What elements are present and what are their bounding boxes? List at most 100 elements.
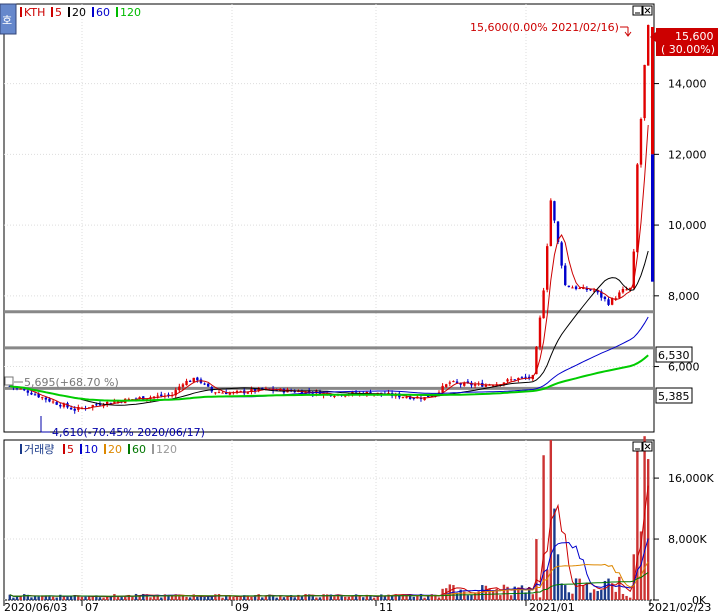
candle-body: [567, 285, 571, 287]
candle-body: [553, 201, 556, 221]
candle-body: [603, 296, 607, 300]
candle-body: [178, 386, 181, 391]
date-tick-label: 2021/01: [529, 601, 575, 614]
candle-body: [188, 380, 192, 382]
volume-bar: [531, 594, 534, 600]
volume-bar: [520, 585, 524, 600]
candle-body: [235, 391, 239, 393]
volume-minimize-button[interactable]: [632, 441, 643, 452]
candle-body: [206, 383, 210, 387]
volume-bar: [646, 459, 650, 600]
candle-body: [455, 381, 459, 383]
volume-bar: [596, 591, 599, 600]
high-annotation: 15,600(0.00% 2021/02/16): [470, 21, 619, 34]
candle-body: [618, 292, 621, 298]
volume-legend-label: 10: [84, 443, 98, 456]
volume-bar: [196, 596, 199, 600]
level-tag-2: 5,385: [658, 390, 690, 403]
volume-bar: [282, 597, 286, 600]
candle-body: [473, 384, 477, 386]
volume-bar: [235, 597, 239, 600]
candle-body: [55, 402, 58, 405]
volume-bar: [502, 584, 506, 600]
volume-bar: [636, 447, 639, 600]
date-tick-label: 2021/02/23: [648, 601, 711, 614]
candle-body: [524, 376, 527, 378]
volume-bar: [30, 597, 33, 600]
volume-tick-label: 8,000K: [668, 533, 707, 546]
price-minimize-button[interactable]: [632, 5, 643, 16]
candle-body: [95, 404, 98, 406]
volume-bar: [19, 596, 22, 600]
volume-legend-swatch: [80, 444, 82, 454]
volume-bar: [98, 597, 102, 600]
candle-body: [26, 390, 30, 393]
price-legend-swatch: [20, 7, 22, 17]
candle-body: [426, 395, 430, 398]
candle-body: [333, 396, 336, 398]
volume-bar: [499, 595, 502, 600]
volume-bar: [546, 569, 549, 600]
volume-panel-frame: [3, 439, 655, 601]
candle-body: [560, 242, 563, 266]
candle-body: [610, 298, 614, 305]
volume-bar: [491, 590, 495, 600]
candle-body: [217, 392, 221, 394]
volume-bar: [286, 596, 289, 600]
volume-bar: [80, 596, 84, 600]
volume-bar: [455, 592, 459, 600]
volume-legend-swatch: [104, 444, 106, 454]
volume-bar: [225, 596, 228, 600]
price-legend-label: 20: [72, 6, 86, 19]
volume-bar: [311, 596, 314, 600]
current-candle-up: [651, 26, 654, 155]
candle-body: [509, 379, 513, 381]
volume-bar: [102, 597, 105, 600]
volume-bar: [589, 592, 592, 600]
volume-bar: [535, 539, 538, 600]
volume-bar: [322, 594, 325, 600]
volume-bar: [448, 584, 452, 600]
volume-bar: [582, 585, 585, 600]
price-tick-label: 12,000: [668, 148, 707, 161]
volume-bar: [347, 596, 351, 600]
volume-bar: [149, 597, 152, 600]
candle-body: [643, 64, 646, 119]
volume-bar: [553, 508, 556, 600]
volume-bar: [567, 592, 571, 600]
volume-bar: [560, 583, 563, 600]
price-legend-swatch: [68, 7, 70, 17]
price-legend-swatch: [92, 7, 94, 17]
volume-bar: [23, 594, 26, 600]
volume-bar: [351, 596, 354, 600]
volume-bar: [91, 596, 94, 600]
volume-bar: [261, 597, 264, 600]
price-tick-label: 10,000: [668, 219, 707, 232]
level-tag-1: 6,530: [658, 349, 690, 362]
current-price-value: 15,600: [675, 30, 714, 43]
volume-bar: [564, 585, 567, 600]
candle-body: [639, 119, 643, 165]
candle-body: [185, 380, 188, 386]
volume-bar: [178, 596, 181, 600]
date-tick-label: 11: [379, 601, 393, 614]
volume-bar: [621, 593, 625, 600]
candle-body: [491, 385, 495, 387]
volume-bar: [571, 593, 574, 600]
candle-body: [405, 397, 408, 399]
volume-bar: [214, 594, 217, 600]
candle-body: [203, 383, 206, 385]
volume-tick-label: 16,000K: [668, 472, 714, 485]
volume-bar: [87, 596, 91, 600]
volume-bar: [105, 596, 109, 600]
volume-bar: [120, 597, 123, 600]
candle-body: [578, 288, 581, 290]
price-legend-label: 60: [96, 6, 110, 19]
volume-legend-label: 20: [108, 443, 122, 456]
volume-bar: [293, 597, 296, 600]
current-candle-down: [651, 154, 654, 282]
candle-body: [221, 392, 224, 394]
volume-bar: [603, 580, 607, 600]
date-tick-label: 07: [85, 601, 99, 614]
candle-body: [549, 200, 553, 247]
